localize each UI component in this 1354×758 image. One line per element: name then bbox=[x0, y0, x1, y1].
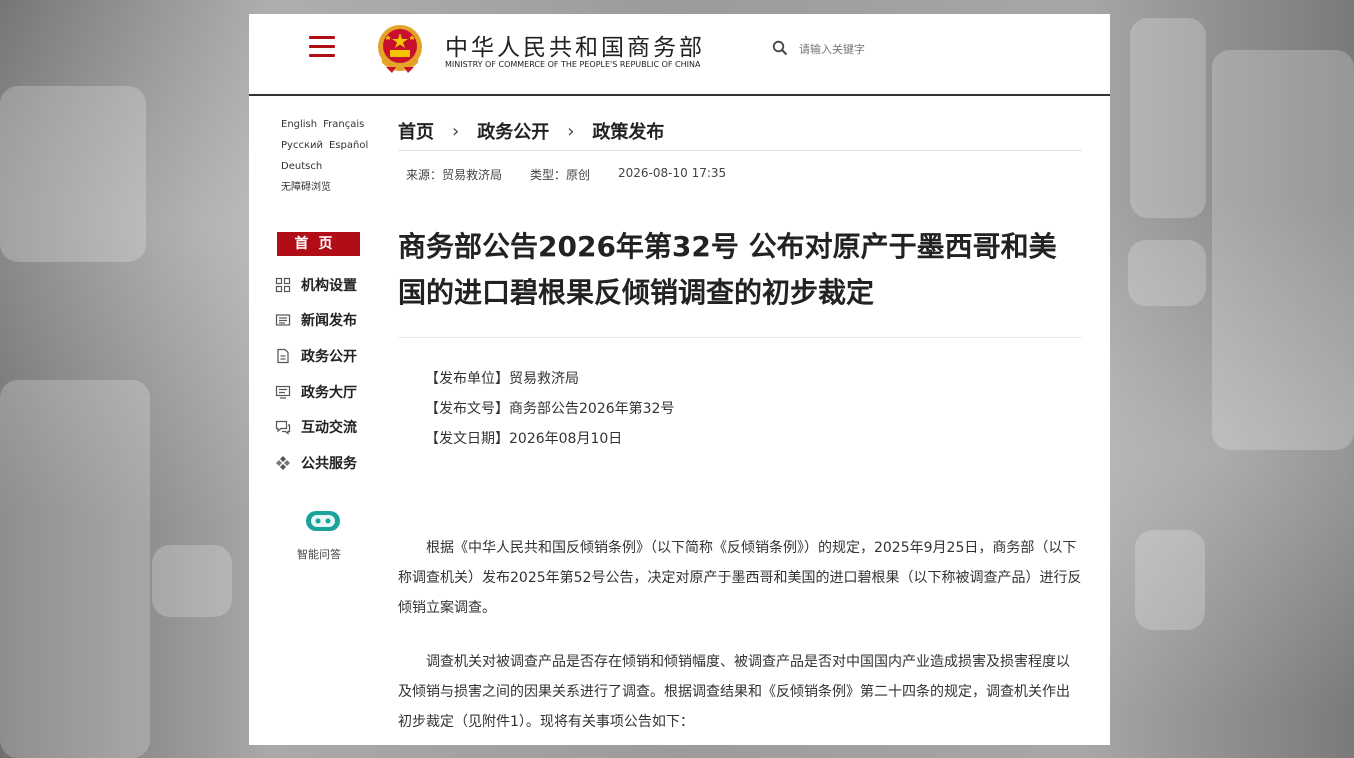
breadcrumb-policy[interactable]: 政策发布 bbox=[592, 118, 664, 144]
nav-item-news[interactable]: 新闻发布 bbox=[275, 303, 357, 339]
article-info: 【发布单位】贸易救济局 【发布文号】商务部公告2026年第32号 【发文日期】2… bbox=[425, 364, 674, 454]
org-structure-icon bbox=[275, 277, 291, 292]
nav-home-button[interactable]: 首页 bbox=[277, 232, 360, 256]
nav-item-org[interactable]: 机构设置 bbox=[275, 267, 357, 303]
accessibility-link[interactable]: 无障碍浏览 bbox=[281, 182, 331, 193]
background-block bbox=[1128, 240, 1206, 306]
article-title: 商务部公告2026年第32号 公布对原产于墨西哥和美国的进口碧根果反倾销调查的初… bbox=[398, 230, 1057, 309]
national-emblem-icon bbox=[378, 25, 422, 73]
nav-item-label: 政务公开 bbox=[301, 348, 357, 365]
background-block bbox=[1135, 530, 1205, 630]
background-block bbox=[0, 86, 146, 262]
lang-french[interactable]: Français bbox=[323, 119, 364, 130]
chevron-right-icon: › bbox=[567, 120, 575, 142]
breadcrumb-gov-affairs[interactable]: 政务公开 bbox=[477, 118, 549, 144]
divider bbox=[398, 150, 1082, 151]
nav-item-label: 政务大厅 bbox=[301, 384, 357, 401]
article-type: 类型：原创 bbox=[530, 168, 591, 182]
nav-item-gov-affairs[interactable]: 政务公开 bbox=[275, 338, 357, 374]
issue-date: 【发文日期】2026年08月10日 bbox=[425, 431, 623, 447]
chevron-right-icon: › bbox=[452, 120, 460, 142]
document-icon bbox=[277, 348, 289, 364]
nav-item-label: 互动交流 bbox=[301, 420, 357, 437]
background-block bbox=[1130, 18, 1206, 218]
nav-item-label: 机构设置 bbox=[301, 277, 357, 294]
search-input[interactable] bbox=[797, 38, 1051, 60]
nav-item-interaction[interactable]: 互动交流 bbox=[275, 409, 357, 445]
service-hall-icon bbox=[275, 385, 291, 399]
article-paragraph: 根据《中华人民共和国反倾销条例》（以下简称《反倾销条例》）的规定，2025年9月… bbox=[398, 540, 1082, 616]
language-switcher: English Français Русский Español Deutsch 无… bbox=[281, 114, 371, 198]
robot-icon[interactable] bbox=[304, 509, 342, 533]
article-source: 来源：贸易救济局 bbox=[406, 168, 503, 182]
news-icon bbox=[275, 314, 291, 326]
site-header: 中华人民共和国商务部 MINISTRY OF COMMERCE OF THE P… bbox=[249, 14, 1110, 96]
article-paragraph: 调查机关对被调查产品是否存在倾销和倾销幅度、被调查产品是否对中国国内产业造成损害… bbox=[398, 654, 1070, 730]
lang-english[interactable]: English bbox=[281, 119, 317, 130]
site-title: 中华人民共和国商务部 bbox=[445, 35, 705, 61]
document-number: 【发布文号】商务部公告2026年第32号 bbox=[425, 401, 675, 417]
nav-item-service-hall[interactable]: 政务大厅 bbox=[275, 374, 357, 410]
background-block bbox=[1212, 50, 1354, 450]
menu-icon[interactable] bbox=[309, 36, 335, 58]
site-subtitle: MINISTRY OF COMMERCE OF THE PEOPLE'S REP… bbox=[445, 60, 701, 69]
breadcrumb: 首页 › 政务公开 › 政策发布 bbox=[398, 118, 664, 144]
article-datetime: 2026-08-10 17:35 bbox=[618, 166, 727, 180]
nav-item-label: 新闻发布 bbox=[301, 313, 357, 330]
nav-item-public-service[interactable]: 公共服务 bbox=[275, 445, 357, 481]
assistant-label[interactable]: 智能问答 bbox=[297, 546, 341, 562]
lang-spanish[interactable]: Español bbox=[329, 140, 368, 151]
web-page: 中华人民共和国商务部 MINISTRY OF COMMERCE OF THE P… bbox=[249, 14, 1110, 745]
lang-russian[interactable]: Русский bbox=[281, 140, 323, 151]
issuing-unit: 【发布单位】贸易救济局 bbox=[425, 371, 579, 387]
nav-item-label: 公共服务 bbox=[301, 455, 357, 472]
lang-german[interactable]: Deutsch bbox=[281, 161, 322, 172]
divider bbox=[398, 337, 1082, 338]
side-nav: 机构设置 新闻发布 政务公开 政务大厅 互动交流 公共服务 bbox=[275, 267, 357, 481]
background-block bbox=[152, 545, 232, 617]
public-service-icon bbox=[276, 455, 290, 470]
article-meta: 来源：贸易救济局 类型：原创 2026-08-10 17:35 bbox=[406, 166, 726, 183]
chat-icon bbox=[275, 421, 291, 435]
background-block bbox=[0, 380, 150, 758]
search-icon[interactable] bbox=[772, 40, 788, 56]
breadcrumb-home[interactable]: 首页 bbox=[398, 118, 434, 144]
